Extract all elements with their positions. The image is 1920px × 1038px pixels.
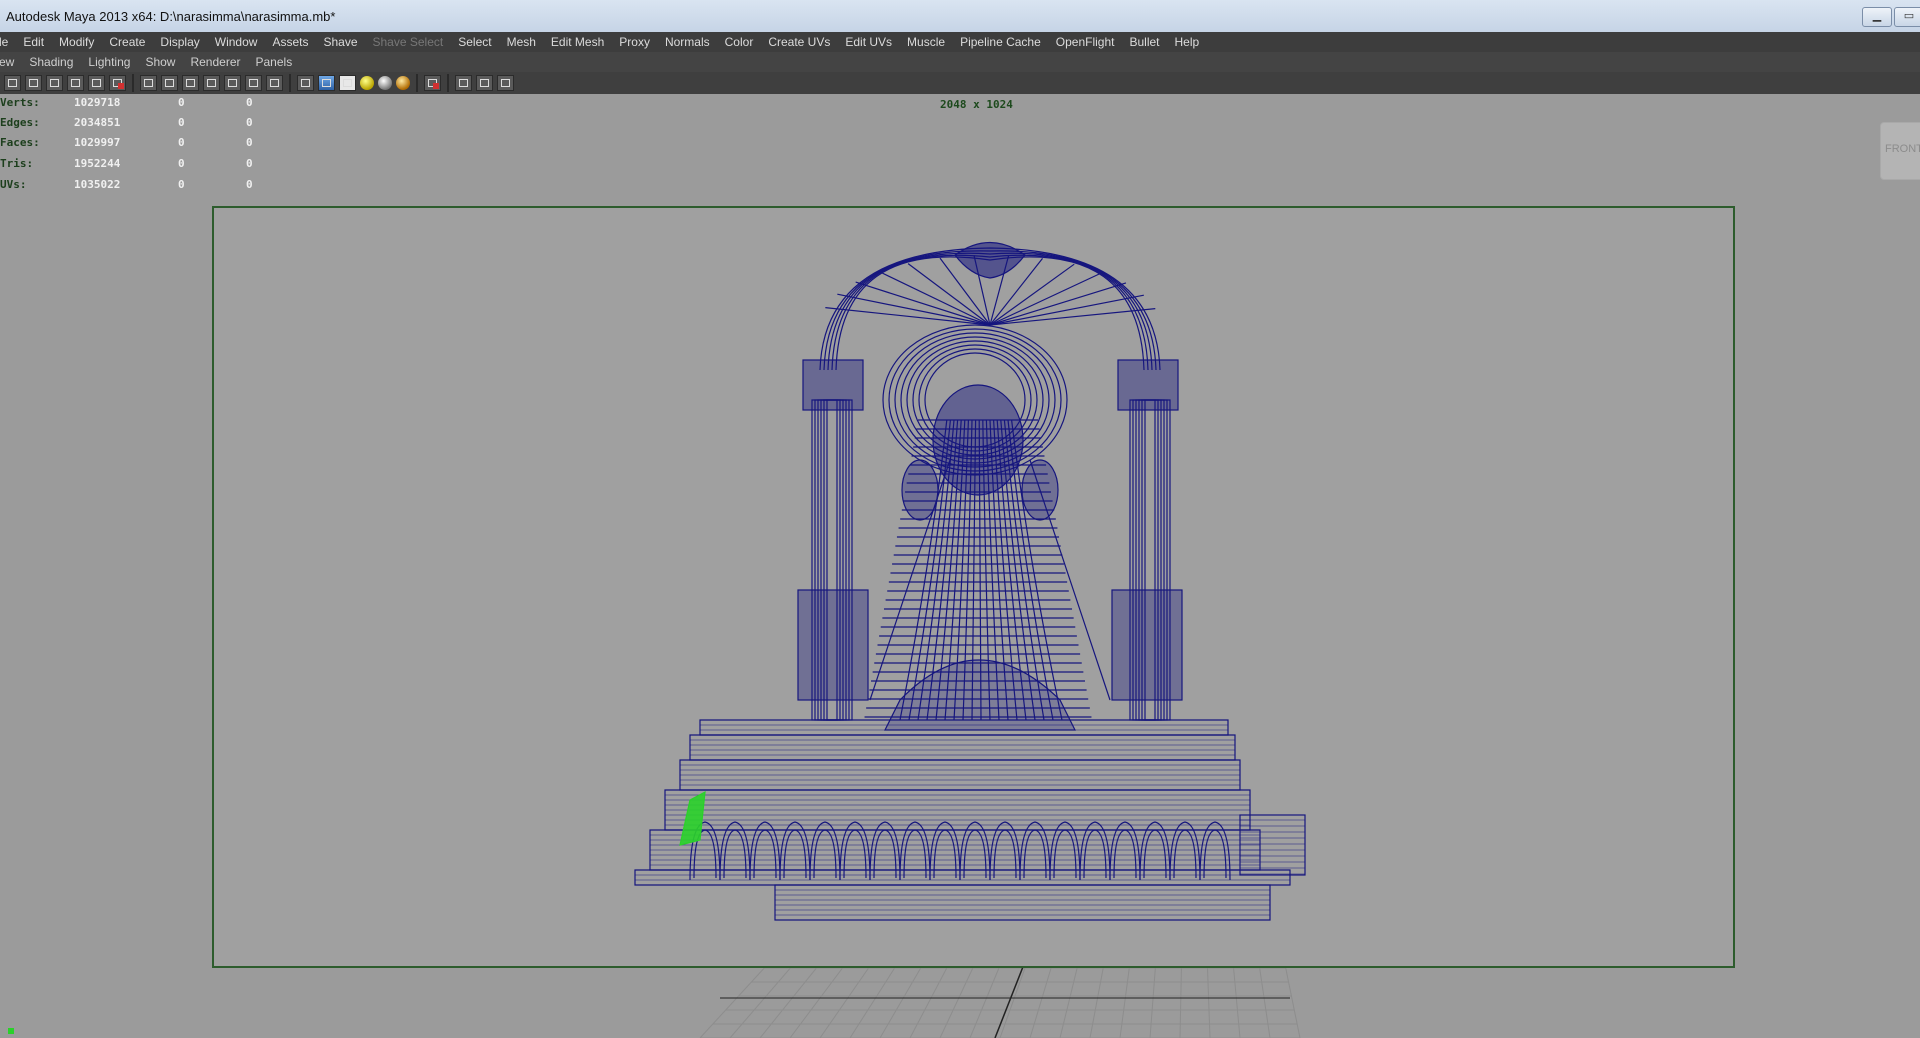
hud-value: 0: [178, 178, 185, 191]
hud-value: 1029997: [74, 136, 121, 149]
hud-value: 0: [246, 178, 253, 191]
hud-label: Verts:: [0, 96, 40, 109]
hud-value: 0: [246, 157, 253, 170]
hud-value: 0: [178, 136, 185, 149]
hud-value: 1029718: [74, 96, 121, 109]
hud-label: Edges:: [0, 116, 40, 129]
hud-value: 1952244: [74, 157, 121, 170]
hud-value: 0: [178, 116, 185, 129]
hud-value: 0: [246, 136, 253, 149]
view-cube-label: FRONT: [1885, 143, 1920, 155]
hud-value: 0: [246, 116, 253, 129]
hud-value: 1035022: [74, 178, 121, 191]
resolution-readout: 2048 x 1024: [940, 98, 1013, 111]
hud-label: UVs:: [0, 178, 27, 191]
view-cube[interactable]: FRONT: [1880, 122, 1920, 180]
hud-value: 2034851: [74, 116, 121, 129]
wireframe-model[interactable]: [0, 0, 1920, 1038]
hud-label: Faces:: [0, 136, 40, 149]
hud-value: 0: [178, 96, 185, 109]
hud-value: 0: [246, 96, 253, 109]
hud-label: Tris:: [0, 157, 34, 170]
selection-marker: [8, 1028, 14, 1034]
hud-value: 0: [178, 157, 185, 170]
